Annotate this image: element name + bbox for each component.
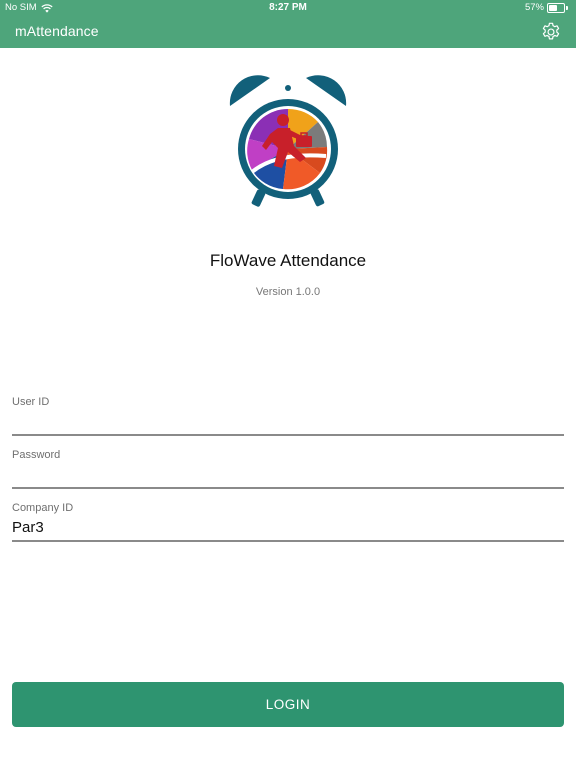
login-screen: No SIM 8:27 PM 57% mAttendance FloWave A… (0, 0, 576, 768)
app-title: mAttendance (15, 23, 99, 39)
user-id-underline (12, 434, 564, 436)
user-id-label: User ID (12, 396, 50, 408)
company-id-label: Company ID (12, 502, 74, 514)
user-id-input[interactable] (12, 410, 564, 432)
company-id-underline (12, 540, 564, 542)
password-field: Password (12, 449, 564, 489)
version-label: Version 1.0.0 (255, 286, 321, 298)
app-bar: mAttendance (0, 16, 576, 48)
company-id-input[interactable] (12, 516, 564, 538)
status-right: 57% (525, 0, 568, 16)
login-button[interactable]: LOGIN (12, 682, 564, 727)
header: No SIM 8:27 PM 57% mAttendance (0, 0, 576, 48)
password-underline (12, 487, 564, 489)
battery-percent: 57% (524, 2, 544, 13)
gear-icon[interactable] (540, 21, 562, 43)
company-id-field: Company ID (12, 502, 564, 542)
app-name: FloWave Attendance (209, 251, 367, 270)
password-label: Password (12, 449, 61, 461)
password-input[interactable] (12, 463, 564, 485)
alarm-clock-logo-icon (229, 75, 347, 207)
status-bar: No SIM 8:27 PM 57% (0, 0, 576, 16)
battery-icon (547, 3, 568, 13)
status-time: 8:27 PM (269, 2, 307, 13)
user-id-field: User ID (12, 396, 564, 436)
